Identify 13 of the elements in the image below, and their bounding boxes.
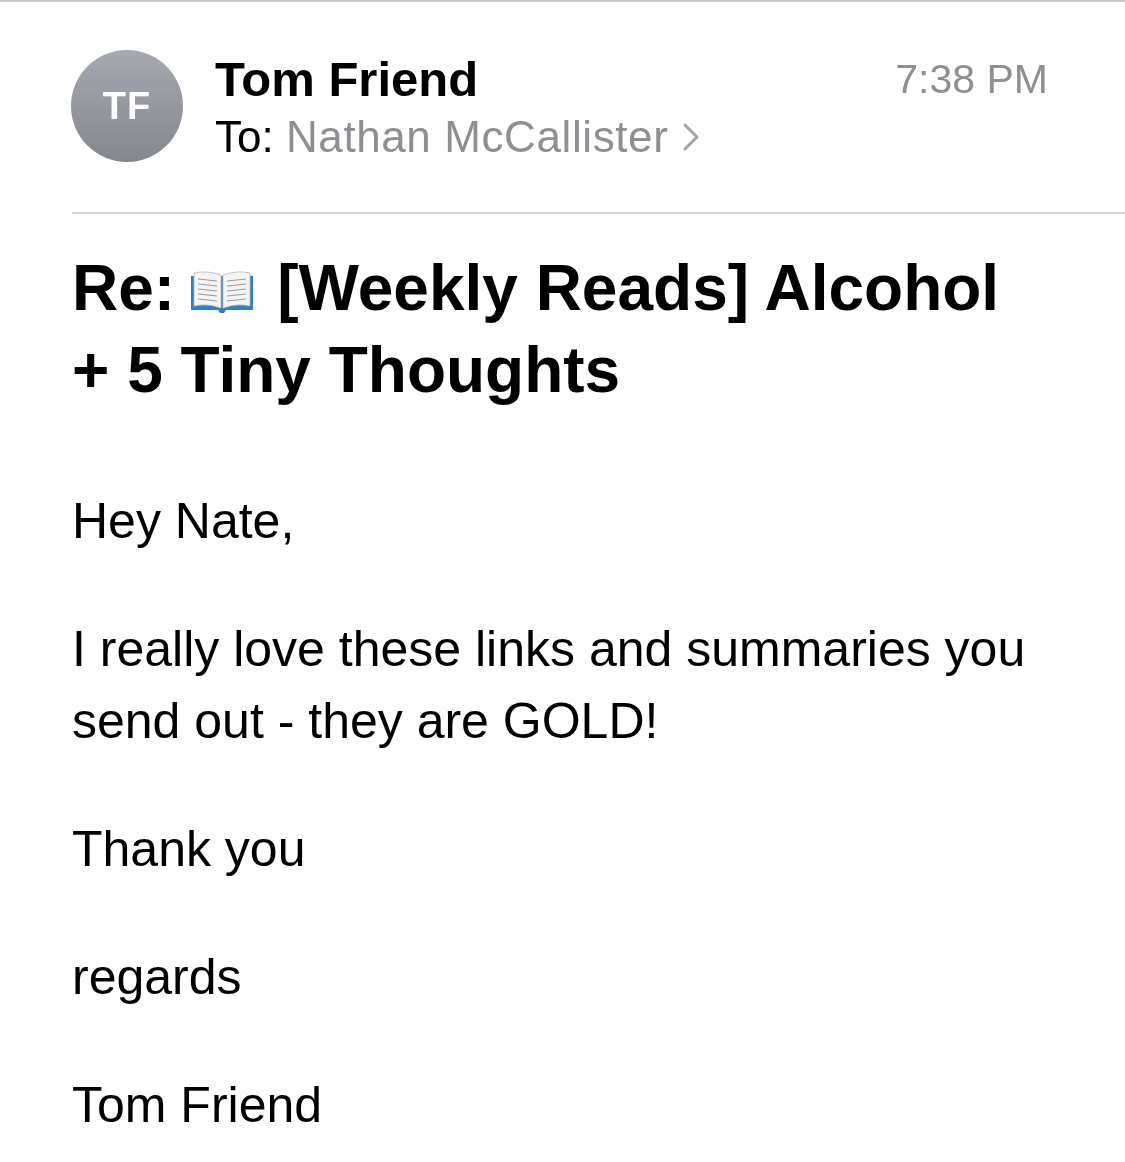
recipient-link[interactable]: Nathan McCallister bbox=[285, 108, 701, 166]
to-label: To: bbox=[215, 112, 274, 161]
body-paragraph: Tom Friend bbox=[72, 1076, 323, 1135]
body-paragraph: regards bbox=[72, 948, 242, 1007]
email-subject: Re: [Weekly Reads] Alcohol + 5 Tiny Thoughts bbox=[72, 251, 1001, 408]
body-paragraph: Hey Nate, bbox=[72, 492, 295, 551]
chevron-right-icon bbox=[682, 122, 701, 152]
body-paragraph: Thank you bbox=[72, 820, 306, 879]
body-paragraph: I really love these links and summaries you send out - they are GOLD! bbox=[72, 620, 1027, 751]
sender-name: Tom Friend bbox=[215, 51, 479, 108]
open-book-icon bbox=[189, 270, 256, 314]
sent-time: 7:38 PM bbox=[895, 55, 1048, 104]
avatar-initials: TF bbox=[71, 50, 183, 162]
